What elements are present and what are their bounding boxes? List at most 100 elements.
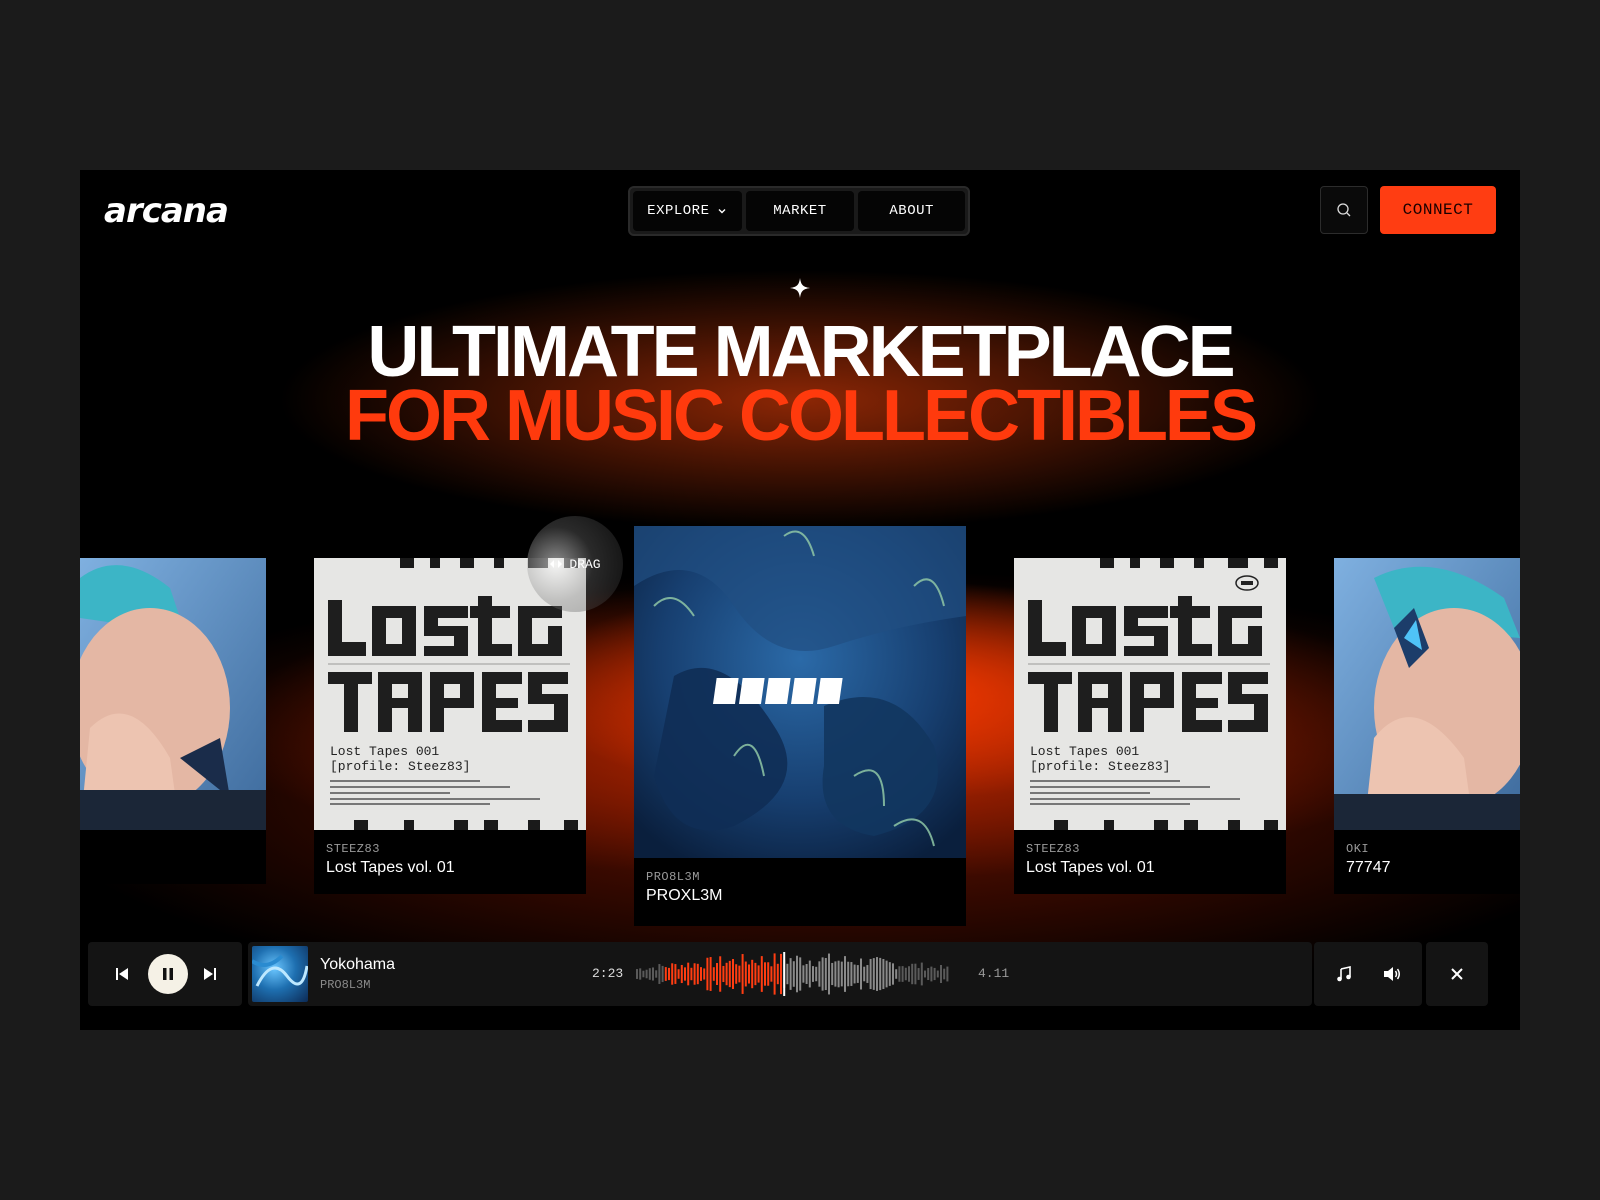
cover-stripe — [354, 820, 578, 830]
waveform-bar — [748, 964, 750, 984]
lost-tapes-cover: Lost Tapes 001 [profile: Steez83] — [1014, 558, 1286, 830]
card-title: Lost Tapes vol. 01 — [326, 859, 455, 876]
close-player-button[interactable] — [1447, 964, 1467, 984]
portrait-cover — [80, 558, 266, 830]
waveform-bar — [744, 961, 747, 987]
lost-tapes-wordmark — [1028, 596, 1270, 732]
waveform-bar — [780, 953, 782, 995]
hero-headline: ULTIMATE MARKETPLACE FOR MUSIC COLLECTIB… — [180, 312, 1420, 456]
waveform-bar — [741, 954, 744, 994]
waveform-bar — [904, 967, 907, 981]
waveform-bar — [892, 963, 894, 985]
waveform-bar — [776, 963, 779, 985]
waveform-bar — [920, 962, 923, 986]
waveform-bar — [792, 961, 795, 987]
waveform-bar — [895, 969, 898, 979]
waveform-bar — [802, 965, 805, 983]
waveform-bar — [876, 957, 878, 991]
card-meta: STEEZ83 Lost Tapes vol. 01 — [1026, 842, 1155, 877]
waveform-bar — [636, 969, 638, 979]
drag-arrows-icon — [550, 560, 563, 568]
nav-explore[interactable]: EXPLORE — [633, 191, 742, 231]
collectible-card[interactable]: OKI 77747 — [1334, 558, 1520, 894]
collectible-card-featured[interactable]: PRO8L3M PROXL3M — [634, 526, 966, 926]
previous-button[interactable] — [112, 964, 132, 984]
player-close-box — [1426, 942, 1488, 1006]
volume-icon — [1384, 967, 1400, 981]
card-artist: OKI — [1346, 842, 1370, 856]
hero-line-1: ULTIMATE MARKETPLACE — [367, 312, 1235, 392]
main-nav: EXPLORE MARKET ABOUT — [628, 186, 970, 236]
waveform-bar — [911, 963, 914, 985]
previous-icon — [116, 968, 128, 980]
waveform-bar — [716, 963, 718, 985]
search-button[interactable] — [1320, 186, 1368, 234]
waveform-bar — [767, 962, 770, 986]
waveform-bar — [751, 959, 754, 989]
waveform-bar — [901, 966, 904, 982]
close-icon — [1451, 968, 1463, 980]
waveform-bar — [703, 968, 706, 980]
card-artist: PRO8L3M — [646, 870, 700, 884]
nav-explore-label: EXPLORE — [647, 203, 710, 219]
total-time: 4.11 — [978, 966, 1010, 981]
waveform-bar — [908, 966, 910, 982]
collectible-card[interactable]: Lost Tapes 001 [profile: Steez83] STEEZ8… — [1014, 558, 1286, 894]
waveform-bar — [738, 965, 741, 983]
connect-button[interactable]: CONNECT — [1380, 186, 1496, 234]
cover-stripe — [1054, 820, 1278, 830]
collectible-card[interactable]: Lost Tapes 001 [profile: Steez83] STEEZ8… — [314, 558, 586, 894]
waveform-bar — [693, 963, 696, 985]
nav-about-label: ABOUT — [889, 203, 934, 219]
waveform-bar — [863, 966, 866, 982]
music-note-icon — [1337, 966, 1351, 982]
waveform-bar — [671, 963, 674, 985]
cover-fine-print — [1030, 780, 1240, 805]
waveform-bar — [927, 967, 930, 981]
volume-button[interactable] — [1382, 964, 1402, 984]
waveform-bar — [652, 967, 654, 981]
waveform-bar — [936, 970, 939, 978]
waveform-bar — [850, 962, 853, 986]
waveform-bar — [677, 969, 680, 979]
nav-market[interactable]: MARKET — [745, 191, 855, 231]
logo[interactable]: arcana — [104, 190, 244, 232]
artwork-thumbnail — [252, 954, 308, 987]
waveform-bar — [639, 968, 642, 980]
pause-button[interactable] — [148, 954, 188, 994]
drag-handle[interactable]: DRAG — [527, 516, 623, 612]
card-title: PROXL3M — [646, 887, 723, 904]
waveform-bar — [690, 967, 693, 981]
cover-stripe — [1100, 558, 1278, 568]
waveform-bar — [940, 964, 942, 984]
waveform-bar — [648, 968, 651, 980]
waveform-bar — [930, 966, 933, 982]
lost-tapes-wordmark — [328, 596, 570, 732]
collectible-card[interactable] — [80, 558, 266, 884]
waveform-bar — [917, 968, 920, 980]
waveform-bar — [700, 967, 702, 981]
lyrics-button[interactable] — [1334, 964, 1354, 984]
waveform-bar — [943, 968, 946, 980]
track-artwork[interactable] — [252, 946, 308, 1002]
nav-about[interactable]: ABOUT — [858, 191, 965, 231]
waveform-bar — [812, 966, 814, 982]
elapsed-time: 2:23 — [592, 966, 624, 981]
audio-player: Yokohama PRO8L3M 2:23 4.11 — [80, 934, 1520, 1030]
waveform-bar — [924, 970, 926, 978]
waveform-bar — [728, 960, 731, 988]
waveform-bar — [853, 964, 856, 984]
waveform-scrubber[interactable] — [636, 952, 952, 996]
waveform-bar — [757, 965, 760, 983]
hero-line-2: FOR MUSIC COLLECTIBLES — [345, 376, 1258, 456]
year-badge-icon — [1235, 575, 1259, 591]
next-button[interactable] — [200, 964, 220, 984]
waveform-bar — [831, 962, 834, 986]
track-artist: PRO8L3M — [320, 978, 371, 992]
waveform-bar — [898, 966, 901, 982]
waveform-bar — [847, 961, 850, 987]
search-icon — [1337, 203, 1351, 217]
drag-label: DRAG — [569, 556, 601, 572]
sparkle-icon — [790, 278, 810, 298]
waveform-bar — [684, 967, 686, 981]
